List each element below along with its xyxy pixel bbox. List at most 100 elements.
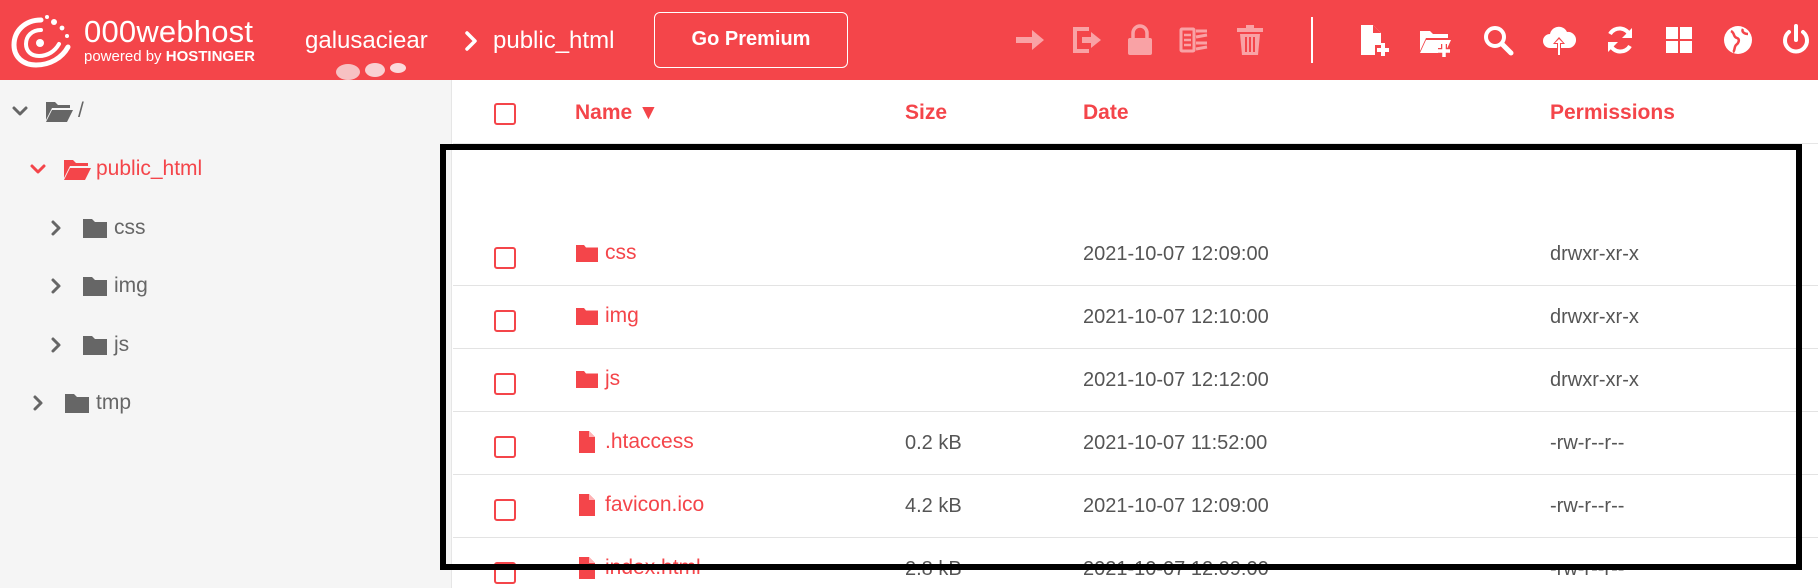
upload-icon <box>1543 26 1576 55</box>
table-row[interactable]: index.html 2.8 kB 2021-10-07 12:09:00 -r… <box>453 538 1818 588</box>
file-date: 2021-10-07 12:09:00 <box>1083 558 1269 580</box>
tree-item-root[interactable]: / <box>10 93 84 129</box>
file-name: favicon.ico <box>605 493 705 516</box>
file-permissions[interactable]: drwxr-xr-x <box>1550 243 1639 266</box>
file-date: 2021-10-07 12:09:00 <box>1083 243 1269 265</box>
file-name-link[interactable]: .htaccess <box>575 430 694 454</box>
powered-by-brand: HOSTINGER <box>165 48 255 65</box>
language-button[interactable] <box>1718 20 1758 60</box>
archive-icon <box>1179 27 1208 53</box>
tree-item-label: css <box>114 216 146 239</box>
powered-by-text: powered by <box>84 48 162 65</box>
column-header-size[interactable]: Size <box>905 100 947 126</box>
chevron-right-icon[interactable] <box>28 393 48 413</box>
folder-icon <box>65 394 89 413</box>
folder-icon <box>576 245 598 262</box>
table-row[interactable]: css 2021-10-07 12:09:00 drwxr-xr-x <box>453 223 1818 286</box>
file-permissions[interactable]: drwxr-xr-x <box>1550 369 1639 392</box>
move-button[interactable] <box>1010 20 1050 60</box>
table-row[interactable]: favicon.ico 4.2 kB 2021-10-07 12:09:00 -… <box>453 475 1818 538</box>
swirl-logo-icon <box>11 15 71 68</box>
power-icon <box>1783 24 1809 54</box>
chevron-right-icon <box>465 31 477 51</box>
search-button[interactable] <box>1478 20 1518 60</box>
tree-item-tmp[interactable]: tmp <box>28 385 131 421</box>
file-permissions[interactable]: -rw-r--r-- <box>1550 558 1624 581</box>
row-checkbox[interactable] <box>494 373 516 395</box>
file-permissions[interactable]: drwxr-xr-x <box>1550 306 1639 329</box>
brand-name: 000webhost <box>84 14 254 49</box>
folder-open-icon <box>46 102 73 122</box>
trash-icon <box>1237 25 1263 55</box>
arrow-right-icon <box>1016 30 1044 50</box>
file-name-link[interactable]: index.html <box>575 556 701 580</box>
file-name-link[interactable]: js <box>575 367 620 391</box>
file-size: 0.2 kB <box>905 432 962 454</box>
row-checkbox[interactable] <box>494 310 516 332</box>
archive-button[interactable] <box>1174 20 1214 60</box>
breadcrumb-current[interactable]: public_html <box>493 26 614 56</box>
column-name-label: Name <box>575 101 633 124</box>
chevron-right-icon[interactable] <box>46 335 66 355</box>
new-file-icon <box>1361 25 1389 56</box>
brand-powered-by: powered by HOSTINGER <box>84 48 255 66</box>
refresh-button[interactable] <box>1600 20 1640 60</box>
select-all-checkbox[interactable] <box>494 103 516 125</box>
grid-icon <box>1666 27 1692 53</box>
file-name-link[interactable]: img <box>575 304 639 328</box>
table-row[interactable]: img 2021-10-07 12:10:00 drwxr-xr-x <box>453 286 1818 349</box>
folder-icon <box>83 219 107 238</box>
file-permissions[interactable]: -rw-r--r-- <box>1550 432 1624 455</box>
delete-button[interactable] <box>1230 20 1270 60</box>
refresh-icon <box>1608 26 1632 54</box>
row-checkbox[interactable] <box>494 562 516 584</box>
row-checkbox[interactable] <box>494 499 516 521</box>
breadcrumb-root[interactable]: galusaciear <box>305 26 455 56</box>
tree-item-label: public_html <box>96 157 203 180</box>
sign-out-icon <box>1073 27 1101 53</box>
column-header-name[interactable]: Name ▼ <box>575 100 659 126</box>
tree-item-label: js <box>114 333 130 356</box>
globe-icon <box>1724 26 1752 54</box>
new-file-button[interactable] <box>1354 20 1394 60</box>
file-name: img <box>605 304 639 327</box>
tree-item-public-html[interactable]: public_html <box>28 151 202 187</box>
file-date: 2021-10-07 12:12:00 <box>1083 369 1269 391</box>
file-permissions[interactable]: -rw-r--r-- <box>1550 495 1624 518</box>
logout-button[interactable] <box>1776 20 1816 60</box>
file-date: 2021-10-07 12:09:00 <box>1083 495 1269 517</box>
brand-logo[interactable]: 000webhost powered by HOSTINGER <box>10 12 282 68</box>
file-size: 2.8 kB <box>905 558 962 580</box>
tree-item-img[interactable]: img <box>46 268 148 304</box>
toolbar-divider <box>1311 17 1313 63</box>
column-header-date[interactable]: Date <box>1083 100 1129 126</box>
table-row[interactable]: js 2021-10-07 12:12:00 drwxr-xr-x <box>453 349 1818 412</box>
column-header-permissions[interactable]: Permissions <box>1550 100 1675 126</box>
file-name-link[interactable]: css <box>575 241 637 265</box>
copy-button[interactable] <box>1066 20 1106 60</box>
tree-item-js[interactable]: js <box>46 327 129 363</box>
grid-view-button[interactable] <box>1659 20 1699 60</box>
file-icon <box>579 494 595 516</box>
permissions-button[interactable] <box>1120 20 1160 60</box>
folder-icon <box>83 277 107 296</box>
table-header: Name ▼ Size Date Permissions <box>453 80 1818 144</box>
folder-icon <box>576 371 598 388</box>
go-premium-button[interactable]: Go Premium <box>654 12 848 68</box>
chevron-down-icon[interactable] <box>28 159 48 179</box>
new-folder-button[interactable] <box>1415 20 1455 60</box>
file-date: 2021-10-07 12:10:00 <box>1083 306 1269 328</box>
file-name-link[interactable]: favicon.ico <box>575 493 704 517</box>
tree-item-css[interactable]: css <box>46 210 146 246</box>
search-icon <box>1484 26 1514 56</box>
row-checkbox[interactable] <box>494 247 516 269</box>
file-name: .htaccess <box>605 430 694 453</box>
chevron-down-icon[interactable] <box>10 101 30 121</box>
folder-icon <box>83 336 107 355</box>
chevron-right-icon[interactable] <box>46 218 66 238</box>
chevron-right-icon[interactable] <box>46 276 66 296</box>
table-row[interactable]: .htaccess 0.2 kB 2021-10-07 11:52:00 -rw… <box>453 412 1818 475</box>
row-checkbox[interactable] <box>494 436 516 458</box>
folder-icon <box>576 308 598 325</box>
upload-button[interactable] <box>1539 20 1579 60</box>
